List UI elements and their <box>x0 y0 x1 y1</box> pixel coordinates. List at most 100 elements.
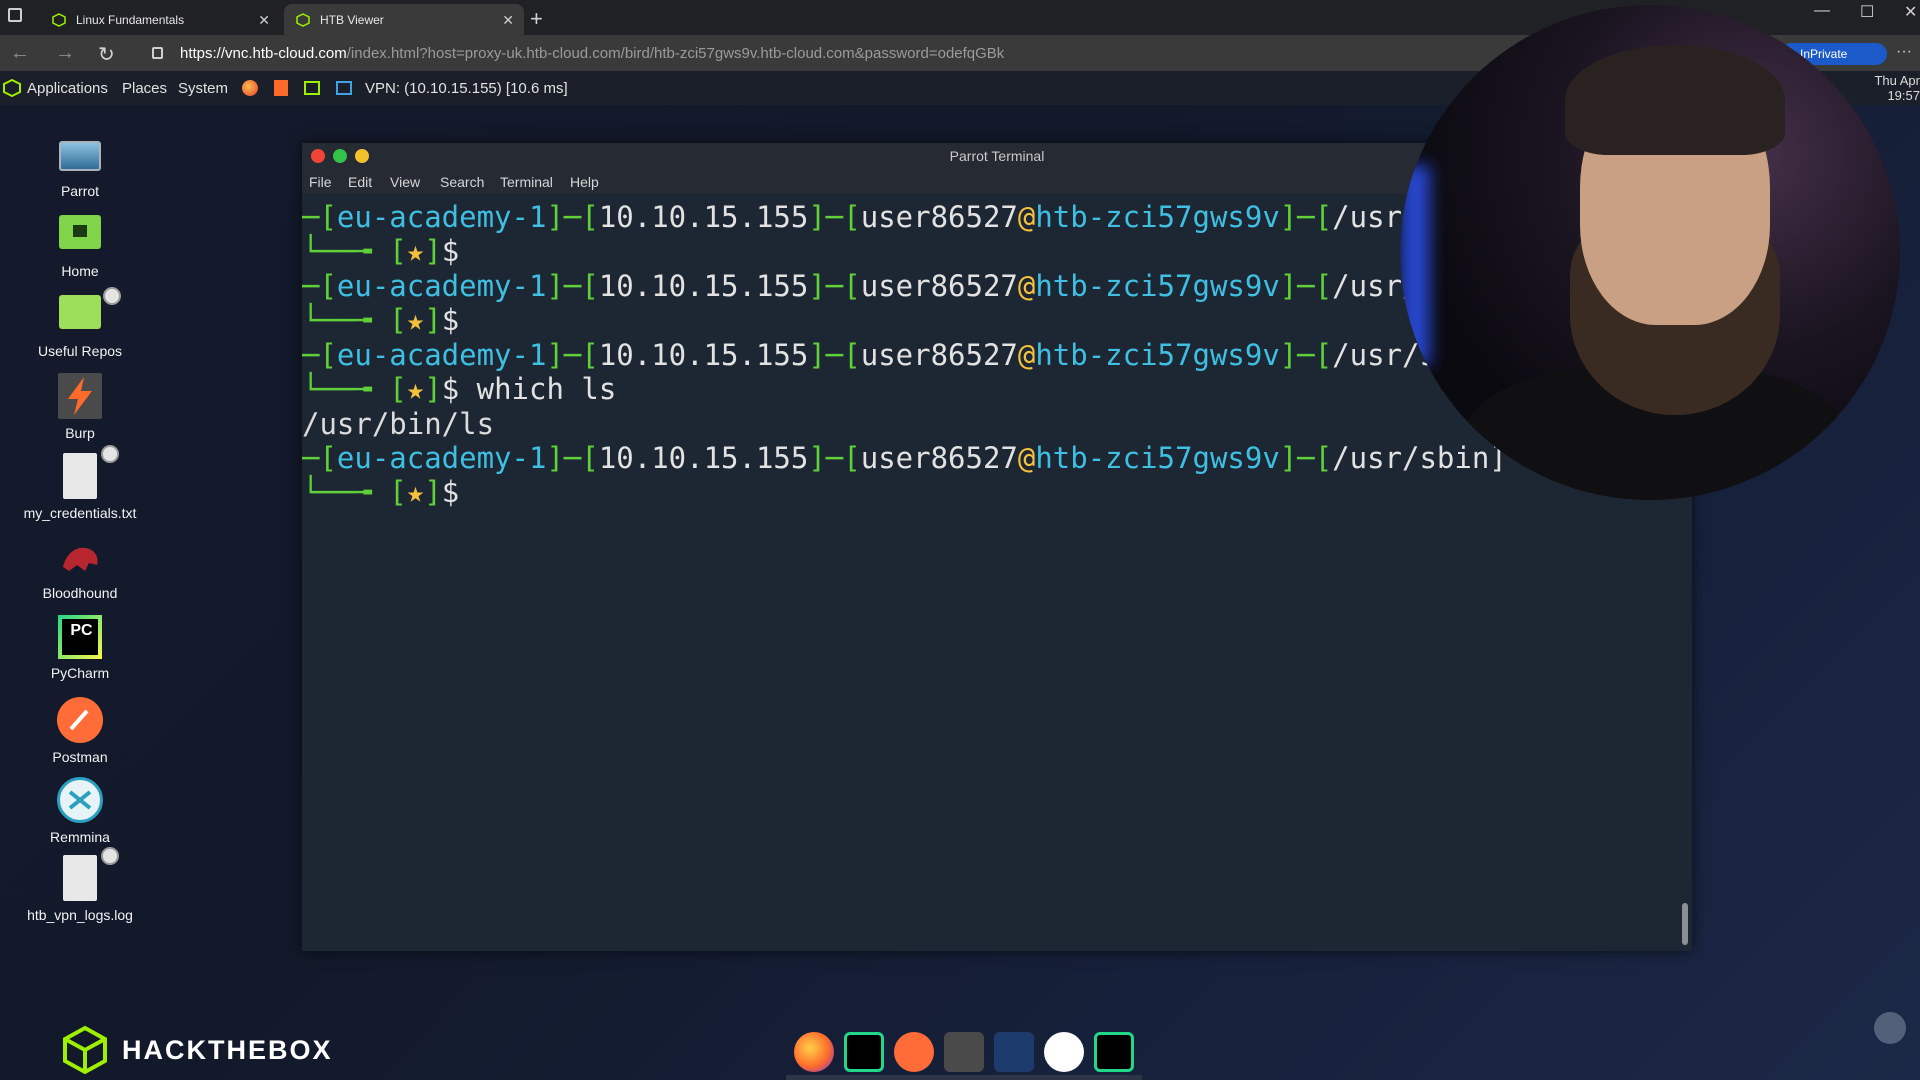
monitor-icon <box>59 141 101 171</box>
desktop-icon-label: Home <box>61 263 99 279</box>
desktop-icon-label: Remmina <box>50 829 110 845</box>
url-host: vnc.htb-cloud.com <box>225 44 347 62</box>
command-output: /usr/bin/ls <box>302 407 495 441</box>
htb-cube-icon <box>63 1025 107 1075</box>
desktop-icon-label: Parrot <box>60 183 100 199</box>
close-icon[interactable]: ✕ <box>258 12 270 29</box>
postman-icon <box>57 697 103 743</box>
terminal-scrollbar[interactable] <box>1682 903 1688 945</box>
firefox-launcher-icon[interactable] <box>242 80 258 96</box>
desktop-icon-label: PyCharm <box>50 665 110 681</box>
tab-actions-icon[interactable] <box>8 8 22 22</box>
terminal-launcher-icon[interactable] <box>304 81 320 95</box>
desktop-icon-label: Burp <box>65 425 95 441</box>
desktop-icon-parrot[interactable]: Parrot <box>5 135 155 199</box>
url-scheme: https:// <box>180 44 226 62</box>
new-tab-button[interactable]: + <box>530 6 543 32</box>
prompt-line: ─[eu-academy-1]─[10.10.15.155]─[user8652… <box>302 441 1507 475</box>
desktop-icon-label: my_credentials.txt <box>23 505 137 521</box>
remmina-icon <box>57 777 103 823</box>
parrot-menu-icon <box>3 79 21 97</box>
folder-link-icon <box>59 287 121 329</box>
prompt-cursor-line: └──╼ [★]$ <box>302 234 460 268</box>
prompt-line: ─[eu-academy-1]─[10.10.15.155]─[user8652… <box>302 269 1420 303</box>
bloodhound-icon <box>59 537 101 575</box>
burp-icon <box>58 373 102 419</box>
desktop-icon-burp[interactable]: Burp <box>5 373 155 441</box>
system-menu[interactable]: System <box>178 80 228 97</box>
panel-clock[interactable]: Thu Apr 19:57 <box>1860 73 1920 103</box>
desktop-icon-pycharm[interactable]: PC PyCharm <box>5 615 155 681</box>
desktop-icon-label: Bloodhound <box>42 585 118 601</box>
reload-button[interactable]: ↻ <box>98 42 115 67</box>
home-folder-icon <box>59 215 101 249</box>
desktop-icon-vpn-log[interactable]: htb_vpn_logs.log <box>5 847 155 923</box>
more-menu-button[interactable]: ··· <box>1896 43 1912 61</box>
link-emblem-icon <box>101 847 119 865</box>
htb-cube-icon <box>296 12 310 27</box>
tab-label: HTB Viewer <box>320 12 384 27</box>
url-path: /index.html?host=proxy-uk.htb-cloud.com/… <box>346 44 1005 62</box>
tab-label: Linux Fundamentals <box>76 12 185 27</box>
minimize-button[interactable]: — <box>1814 2 1830 20</box>
desktop-icon-home[interactable]: Home <box>5 215 155 279</box>
link-emblem-icon <box>103 287 121 305</box>
webcam-hair <box>1565 45 1785 155</box>
logo-wordmark: HACKTHEBOX <box>122 1034 333 1065</box>
menu-file[interactable]: File <box>309 174 332 190</box>
menu-search[interactable]: Search <box>440 174 484 190</box>
prompt-cursor-line: └──╼ [★]$ <box>302 303 460 337</box>
menu-terminal[interactable]: Terminal <box>500 174 553 190</box>
dock-bar <box>786 1075 1142 1080</box>
vpn-status: VPN: (10.10.15.155) [10.6 ms] <box>365 80 568 97</box>
neon-light <box>1400 165 1430 365</box>
clock-day: Thu Apr <box>1874 73 1920 88</box>
log-file-icon <box>63 847 119 901</box>
desktop-icon-label: Useful Repos <box>37 343 123 359</box>
prompt-line: ─[eu-academy-1]─[10.10.15.155]─[user8652… <box>302 200 1420 234</box>
webcam-overlay <box>1400 5 1900 500</box>
clock-time: 19:57 <box>1887 88 1920 103</box>
prompt-cursor-line: └──╼ [★]$ <box>302 475 460 509</box>
maximize-button[interactable]: ☐ <box>1860 2 1874 22</box>
inprivate-label: InPrivate <box>1800 47 1848 61</box>
desktop-icon-label: htb_vpn_logs.log <box>27 907 133 923</box>
text-file-icon <box>63 445 119 499</box>
desktop-icon-remmina[interactable]: Remmina <box>5 777 155 845</box>
screen: { "browser": { "tabs": [ { "label": "Lin… <box>0 0 1920 1080</box>
forward-button[interactable]: → <box>55 42 75 65</box>
firefox-icon[interactable] <box>794 1032 834 1072</box>
menu-view[interactable]: View <box>390 174 420 190</box>
tab-htb-viewer[interactable]: HTB Viewer ✕ <box>284 4 524 35</box>
overview-button[interactable] <box>1874 1012 1906 1044</box>
menu-edit[interactable]: Edit <box>348 174 372 190</box>
burp-launcher-icon[interactable] <box>274 80 288 96</box>
screenshot-launcher-icon[interactable] <box>336 81 352 95</box>
prompt-line: ─[eu-academy-1]─[10.10.15.155]─[user8652… <box>302 338 1455 372</box>
close-icon[interactable]: ✕ <box>502 12 514 29</box>
desktop-icon-useful-repos[interactable]: Useful Repos <box>5 287 155 359</box>
close-window-button[interactable]: ✕ <box>1904 2 1917 22</box>
postman-icon[interactable] <box>894 1032 934 1072</box>
desktop-icon-credentials[interactable]: my_credentials.txt <box>5 445 155 521</box>
lock-icon <box>152 47 163 59</box>
pycharm-icon[interactable] <box>844 1032 884 1072</box>
pycharm-icon[interactable] <box>1094 1032 1134 1072</box>
applications-menu[interactable]: Applications <box>27 80 108 97</box>
desktop-icon-bloodhound[interactable]: Bloodhound <box>5 537 155 601</box>
parrot-icon[interactable] <box>1044 1032 1084 1072</box>
desktop-icon-postman[interactable]: Postman <box>5 697 155 765</box>
pycharm-icon: PC <box>58 615 102 659</box>
link-emblem-icon <box>101 445 119 463</box>
metasploit-icon[interactable] <box>994 1032 1034 1072</box>
places-menu[interactable]: Places <box>122 80 167 97</box>
back-button[interactable]: ← <box>10 42 30 65</box>
burp-icon[interactable] <box>944 1032 984 1072</box>
command-line: └──╼ [★]$ which ls <box>302 372 617 406</box>
menu-help[interactable]: Help <box>570 174 599 190</box>
tab-linux-fundamentals[interactable]: Linux Fundamentals ✕ <box>40 4 280 35</box>
htb-cube-icon <box>52 12 66 27</box>
desktop-icon-label: Postman <box>52 749 108 765</box>
hackthebox-logo: HACKTHEBOX <box>62 1024 333 1076</box>
dock <box>788 1030 1144 1080</box>
